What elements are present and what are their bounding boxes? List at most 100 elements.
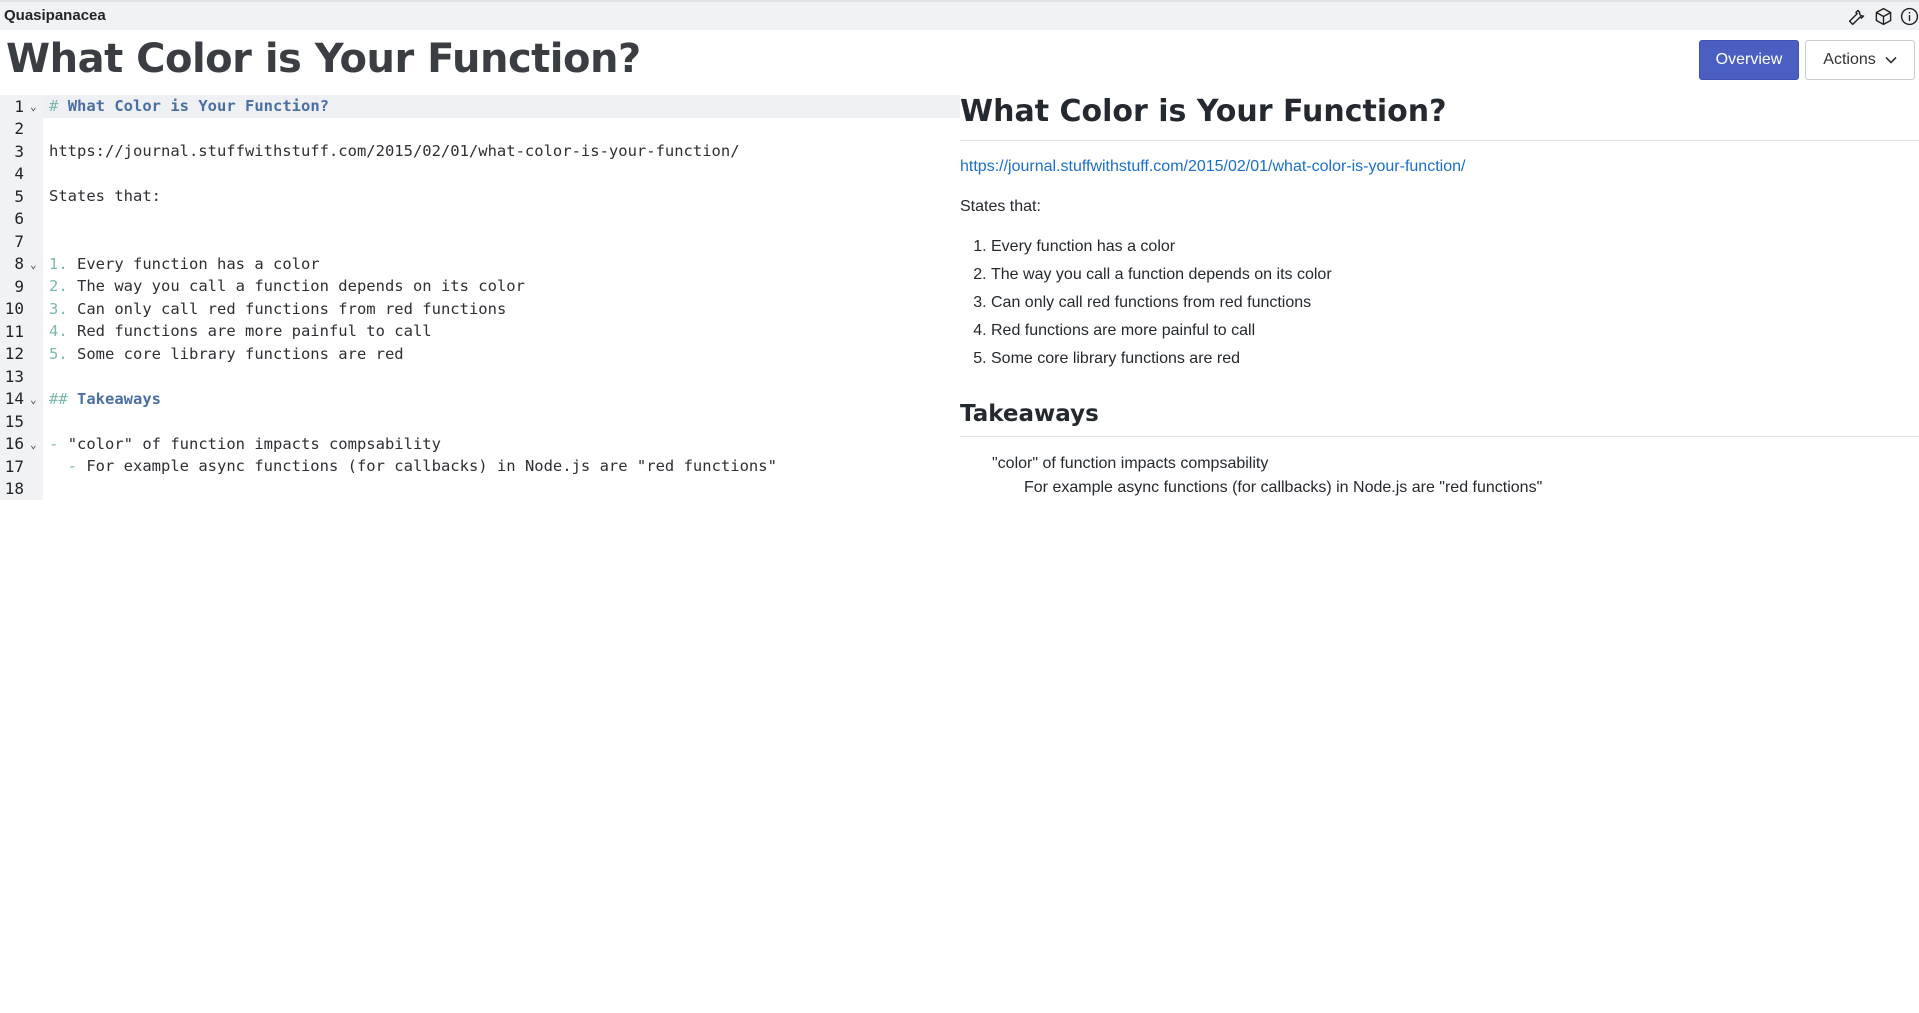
preview-subheading: Takeaways (960, 394, 1919, 437)
line-number: 6 (14, 209, 24, 229)
line-number: 11 (4, 321, 24, 341)
editor-line[interactable]: 17 - For example async functions (for ca… (0, 455, 960, 478)
line-number: 18 (4, 479, 24, 499)
editor-list-item: Every function has a color (77, 254, 320, 273)
preview-paragraph: States that: (960, 198, 1041, 215)
line-gutter: 6 (0, 207, 43, 230)
line-number: 9 (14, 276, 24, 296)
line-number: 15 (4, 411, 24, 431)
editor-line[interactable]: 5 States that: (0, 185, 960, 208)
editor-list-item: Can only call red functions from red fun… (77, 299, 507, 318)
editor-line[interactable]: 16 ⌄ - "color" of function impacts compsa… (0, 432, 960, 455)
editor-line[interactable]: 9 2. The way you call a function depends… (0, 275, 960, 298)
preview-list-item: Red functions are more painful to call (991, 317, 1332, 345)
preview-list-item: Every function has a color (991, 233, 1332, 261)
editor-states-text: States that: (49, 187, 161, 206)
editor-line[interactable]: 6 (0, 207, 960, 230)
line-gutter: 1 ⌄ (0, 95, 43, 118)
editor-line[interactable]: 3 https://journal.stuffwithstuff.com/201… (0, 140, 960, 163)
editor-heading-text: What Color is Your Function? (67, 97, 329, 116)
info-icon[interactable] (1899, 6, 1919, 26)
editor-list-item: The way you call a function depends on i… (77, 277, 525, 296)
editor-bullet-text: For example async functions (for callbac… (86, 457, 777, 476)
cube-icon[interactable] (1873, 6, 1893, 26)
list-number: 5. (49, 344, 68, 363)
line-gutter: 8 ⌄ (0, 252, 43, 275)
preview-list-item: Some core library functions are red (991, 345, 1332, 373)
top-icon-group (1847, 6, 1919, 26)
line-gutter: 3 (0, 140, 43, 163)
editor-bullet-text: "color" of function impacts compsability (67, 434, 441, 453)
line-gutter: 4 (0, 162, 43, 185)
editor-line[interactable]: 4 (0, 162, 960, 185)
list-number: 2. (49, 277, 68, 296)
line-gutter: 13 (0, 365, 43, 388)
editor-url-text: https://journal.stuffwithstuff.com/2015/… (49, 142, 740, 161)
preview-bullet: "color" of function impacts compsability (992, 455, 1269, 472)
editor-list-item: Red functions are more painful to call (77, 322, 432, 341)
editor-line[interactable]: 2 (0, 117, 960, 140)
editor-line[interactable]: 1 ⌄ # What Color is Your Function? (0, 95, 960, 118)
editor-line[interactable]: 14 ⌄ ## Takeaways (0, 387, 960, 410)
line-number: 13 (4, 366, 24, 386)
line-number: 4 (14, 164, 24, 184)
editor-line[interactable]: 12 5. Some core library functions are re… (0, 342, 960, 365)
heading-mark: # (49, 97, 59, 116)
fold-chevron-icon[interactable]: ⌄ (30, 438, 37, 451)
line-number: 10 (4, 299, 24, 319)
editor-list-item: Some core library functions are red (77, 344, 404, 363)
line-gutter: 14 ⌄ (0, 387, 43, 410)
editor-line[interactable]: 13 (0, 365, 960, 388)
line-number: 3 (14, 141, 24, 161)
preview-nested-bullet: For example async functions (for callbac… (1024, 479, 1543, 496)
page-title: What Color is Your Function? (6, 36, 641, 82)
chevron-down-icon (1885, 56, 1897, 64)
line-gutter: 18 (0, 477, 43, 500)
line-number: 2 (14, 119, 24, 139)
line-number: 8 (14, 254, 24, 274)
editor-heading-text: Takeaways (77, 389, 162, 408)
markdown-editor[interactable]: 1 ⌄ # What Color is Your Function? 2 3 ht… (0, 95, 960, 500)
editor-line[interactable]: 7 (0, 230, 960, 253)
preview-link[interactable]: https://journal.stuffwithstuff.com/2015/… (960, 158, 1465, 176)
line-number: 12 (4, 344, 24, 364)
wrench-icon[interactable] (1847, 6, 1867, 26)
editor-line[interactable]: 15 (0, 410, 960, 433)
fold-chevron-icon[interactable]: ⌄ (30, 100, 37, 113)
preview-heading: What Color is Your Function? (960, 88, 1919, 141)
editor-line[interactable]: 10 3. Can only call red functions from r… (0, 297, 960, 320)
markdown-preview: What Color is Your Function? https://jou… (960, 88, 1919, 496)
preview-list-item: The way you call a function depends on i… (991, 261, 1332, 289)
line-number: 5 (14, 186, 24, 206)
line-gutter: 12 (0, 342, 43, 365)
line-gutter: 9 (0, 275, 43, 298)
bullet-mark: - (49, 434, 59, 453)
editor-line[interactable]: 18 (0, 477, 960, 500)
line-gutter: 15 (0, 410, 43, 433)
line-gutter: 16 ⌄ (0, 432, 43, 455)
list-number: 4. (49, 322, 68, 341)
actions-button-label: Actions (1823, 51, 1876, 68)
editor-line[interactable]: 11 4. Red functions are more painful to … (0, 320, 960, 343)
app-name: Quasipanacea (4, 7, 106, 24)
line-number: 16 (4, 434, 24, 454)
editor-line[interactable]: 8 ⌄ 1. Every function has a color (0, 252, 960, 275)
preview-ordered-list: Every function has a color The way you c… (960, 233, 1332, 373)
line-gutter: 2 (0, 117, 43, 140)
line-gutter: 10 (0, 297, 43, 320)
line-number: 1 (14, 96, 24, 116)
preview-list-item: Can only call red functions from red fun… (991, 289, 1332, 317)
bullet-mark: - (49, 457, 77, 476)
top-bar: Quasipanacea (0, 0, 1919, 30)
list-number: 3. (49, 299, 68, 318)
list-number: 1. (49, 254, 68, 273)
line-gutter: 7 (0, 230, 43, 253)
actions-button[interactable]: Actions (1805, 40, 1915, 80)
overview-button[interactable]: Overview (1699, 40, 1799, 80)
line-number: 14 (4, 389, 24, 409)
fold-chevron-icon[interactable]: ⌄ (30, 258, 37, 271)
line-number: 7 (14, 231, 24, 251)
heading-mark: ## (49, 389, 68, 408)
line-gutter: 17 (0, 455, 43, 478)
fold-chevron-icon[interactable]: ⌄ (30, 393, 37, 406)
